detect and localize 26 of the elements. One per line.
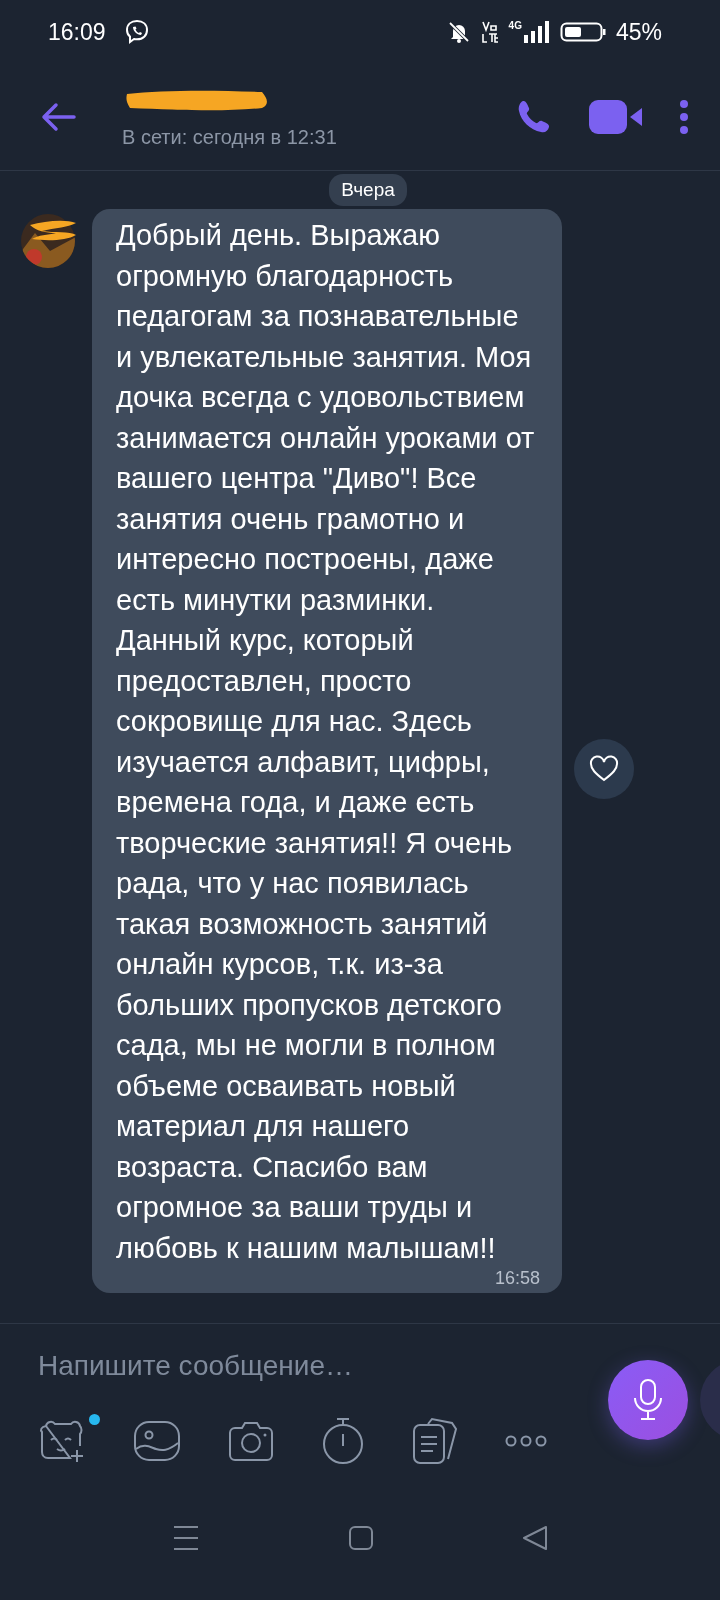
message-text: Добрый день. Выражаю огромную благодарность педагогам за познавательные и увлекательные занятия. Моя дочка всегда с удовольствием занимается онлайн уроками от вашего центра "Диво"! Все занятия очень грамотно и интересно построены, даже есть минутки разминки. Данный курс, который предоставлен, просто сокровище для нас. Здесь изучается алфавит, цифры, времена года, и даже есть творческие занятия!! Я очень рада, что у нас появилась такая возможность занятий онлайн курсов, т.к. из-за больших пропусков детского сада, мы не могли в полном объеме осваивать новый материал для нашего возраста. Спасибо вам огромное за ваши труды и любовь к нашим малышам!! [116,218,536,1266]
documents-icon[interactable] [410,1417,460,1465]
network-type: 4G [508,20,522,31]
muted-bell-icon [446,20,471,44]
message-input-field[interactable]: Напишите сообщение… [38,1346,558,1386]
stopwatch-icon[interactable] [320,1416,366,1466]
clock-time: 16:09 [48,18,106,46]
battery-percent: 45% [615,18,662,46]
home-icon[interactable] [348,1525,374,1551]
online-status: В сети: сегодня в 12:31 [122,125,338,149]
back-arrow-icon[interactable] [40,102,76,132]
menu-icon[interactable] [172,1525,200,1551]
voice-message-button[interactable] [608,1360,688,1440]
more-options-icon[interactable] [678,99,690,135]
battery-icon [559,20,606,44]
date-label: Вчера [329,174,407,206]
signal-icon [521,20,550,44]
chat-bubble-icon [123,19,150,45]
back-icon[interactable] [522,1525,548,1551]
video-camera-icon[interactable] [588,99,644,135]
more-icon[interactable] [504,1434,548,1448]
message-time: 16:58 [493,1268,540,1289]
image-icon[interactable] [132,1419,182,1463]
volte-icon [480,20,499,44]
camera-icon[interactable] [226,1419,276,1463]
heart-icon [589,755,619,783]
